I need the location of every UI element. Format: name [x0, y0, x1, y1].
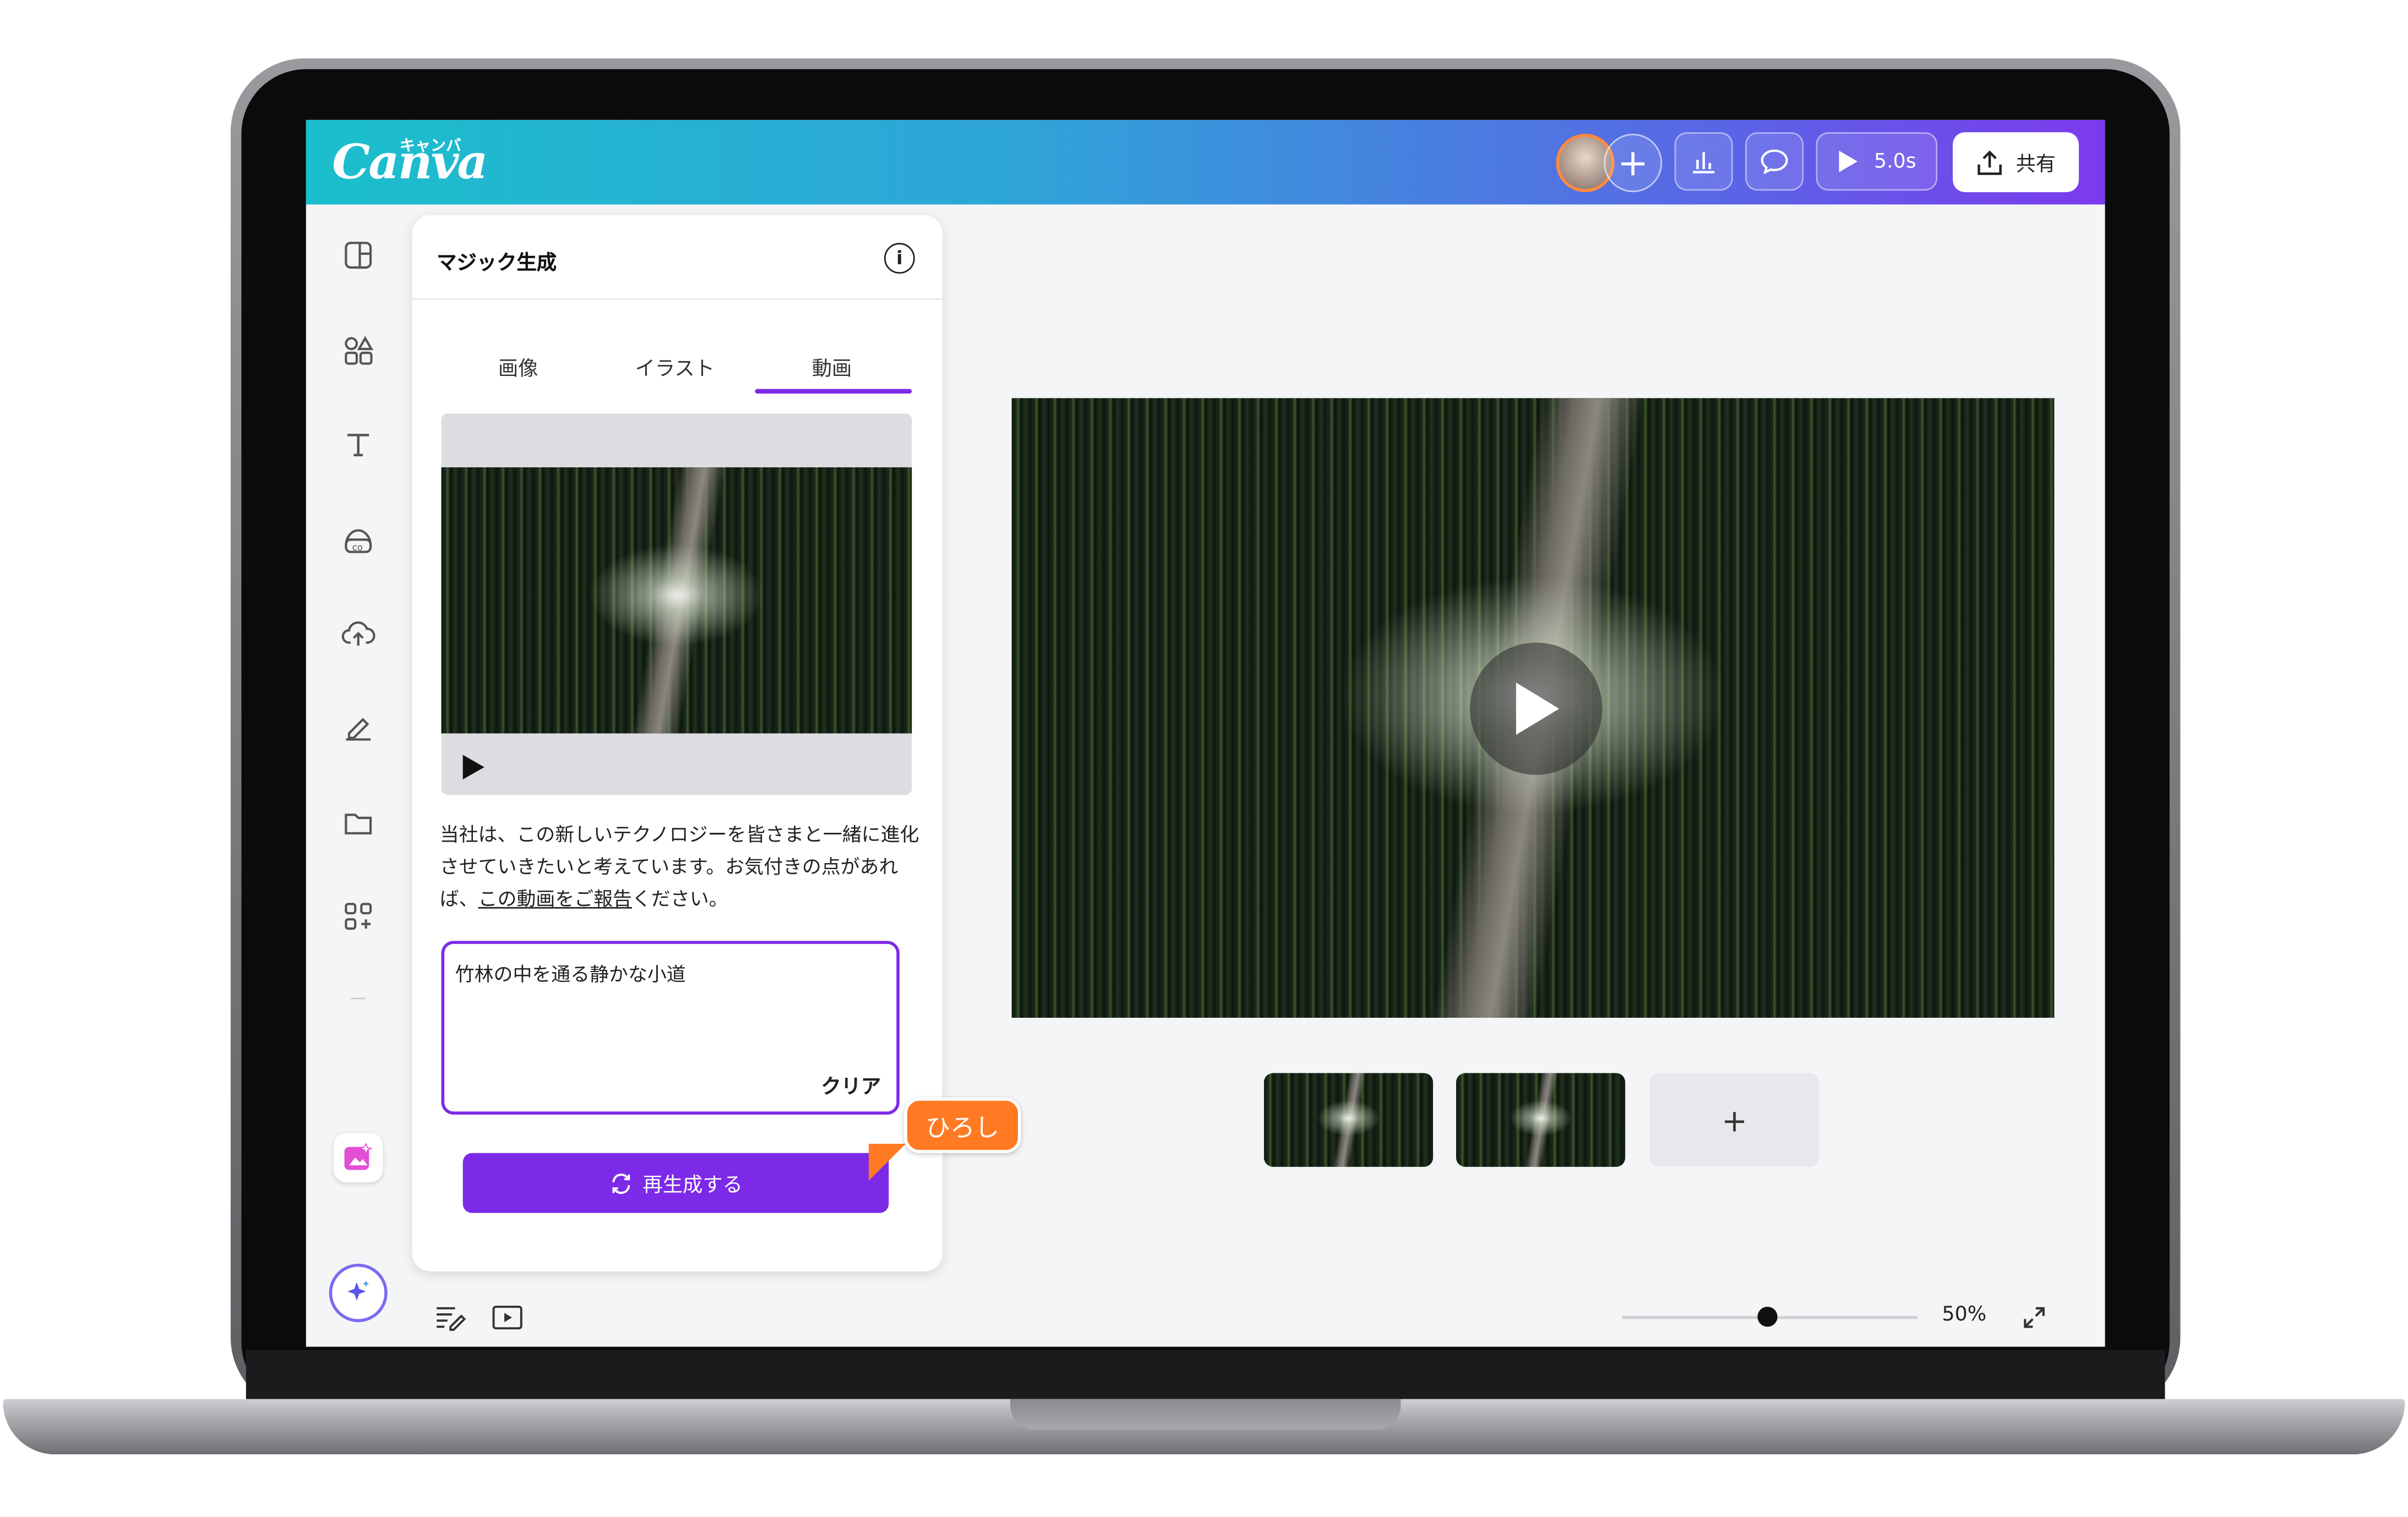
active-tab-indicator: [755, 389, 912, 394]
clear-button[interactable]: クリア: [821, 1070, 881, 1099]
share-label: 共有: [2015, 154, 2056, 177]
info-icon[interactable]: i: [884, 243, 915, 274]
sidebar: co: [306, 204, 411, 1346]
laptop-notch: [1010, 1399, 1401, 1430]
play-button[interactable]: 5.0s: [1816, 132, 1938, 191]
projects-icon[interactable]: [340, 804, 377, 841]
video-play-button[interactable]: [1470, 642, 1603, 775]
panel-title: マジック生成: [437, 252, 557, 275]
play-duration: 5.0s: [1874, 150, 1916, 173]
laptop-chin: [246, 1350, 2165, 1403]
timeline-icon[interactable]: [492, 1303, 523, 1337]
preview-video-frame: [441, 467, 912, 734]
magic-media-icon[interactable]: [334, 1133, 383, 1182]
regenerate-label: 再生成する: [642, 1174, 743, 1198]
tab-illustration[interactable]: イラスト: [635, 352, 715, 381]
tab-image[interactable]: 画像: [498, 352, 538, 381]
play-icon: [1838, 150, 1857, 172]
share-icon: [1977, 149, 2002, 174]
insights-icon: [1693, 152, 1715, 174]
draw-icon[interactable]: [340, 709, 377, 746]
page-thumbnail-1[interactable]: [1263, 1073, 1434, 1167]
app-screen: Canva キャンバ + 5.0s 共有 co マジック生成 i 画像 イラスト…: [306, 119, 2105, 1347]
play-icon: [1516, 683, 1560, 735]
collaborator-name-tag: ひろし: [904, 1098, 1021, 1153]
plus-icon: +: [1617, 141, 1649, 185]
generated-video-preview[interactable]: [441, 413, 912, 795]
add-collaborator-button[interactable]: +: [1604, 133, 1663, 193]
zoom-level[interactable]: 50%: [1942, 1303, 1987, 1327]
comment-icon: [1761, 149, 1788, 174]
apps-icon[interactable]: [340, 898, 377, 935]
share-button[interactable]: 共有: [1953, 132, 2079, 193]
elements-icon[interactable]: [340, 332, 377, 369]
sparkle-icon: [347, 1280, 369, 1301]
uploads-icon[interactable]: [340, 615, 377, 652]
text-icon[interactable]: [340, 426, 377, 463]
feedback-notice: 当社は、この新しいテクノロジーを皆さまと一緒に進化させていきたいと考えています。…: [440, 818, 924, 915]
regenerate-button[interactable]: 再生成する: [462, 1153, 889, 1213]
rail-divider: [350, 997, 366, 1000]
tab-video[interactable]: 動画: [812, 352, 852, 381]
report-video-link[interactable]: この動画をご報告: [478, 887, 632, 910]
comment-button[interactable]: [1745, 132, 1804, 191]
canva-logo-kana: キャンバ: [400, 138, 461, 156]
prompt-value[interactable]: 竹林の中を通る静かな小道: [455, 958, 686, 987]
top-toolbar: Canva キャンバ + 5.0s 共有: [306, 119, 2105, 205]
page-thumbnail-2[interactable]: [1456, 1073, 1626, 1167]
fullscreen-icon[interactable]: [2020, 1303, 2048, 1337]
refresh-icon: [612, 1172, 630, 1193]
magic-assistant-button[interactable]: [329, 1263, 388, 1322]
notice-text-2: ください。: [632, 887, 728, 910]
brand-icon[interactable]: co: [340, 521, 377, 558]
zoom-slider-handle[interactable]: [1757, 1307, 1778, 1327]
panel-divider: [412, 298, 943, 300]
magic-media-panel: マジック生成 i 画像 イラスト 動画 当社は、この新しいテクノロジーを皆さまと…: [412, 215, 943, 1272]
laptop-mockup: Canva キャンバ + 5.0s 共有 co マジック生成 i 画像 イラスト…: [0, 0, 2408, 1517]
prompt-input[interactable]: 竹林の中を通る静かな小道 クリア: [441, 941, 900, 1115]
notes-icon[interactable]: [435, 1303, 466, 1337]
design-icon[interactable]: [340, 237, 377, 274]
insights-button[interactable]: [1674, 132, 1733, 191]
preview-play-icon[interactable]: [462, 755, 484, 780]
add-page-button[interactable]: +: [1649, 1073, 1819, 1167]
collaborator-cursor-icon: [869, 1143, 906, 1181]
svg-text:co: co: [352, 542, 363, 553]
